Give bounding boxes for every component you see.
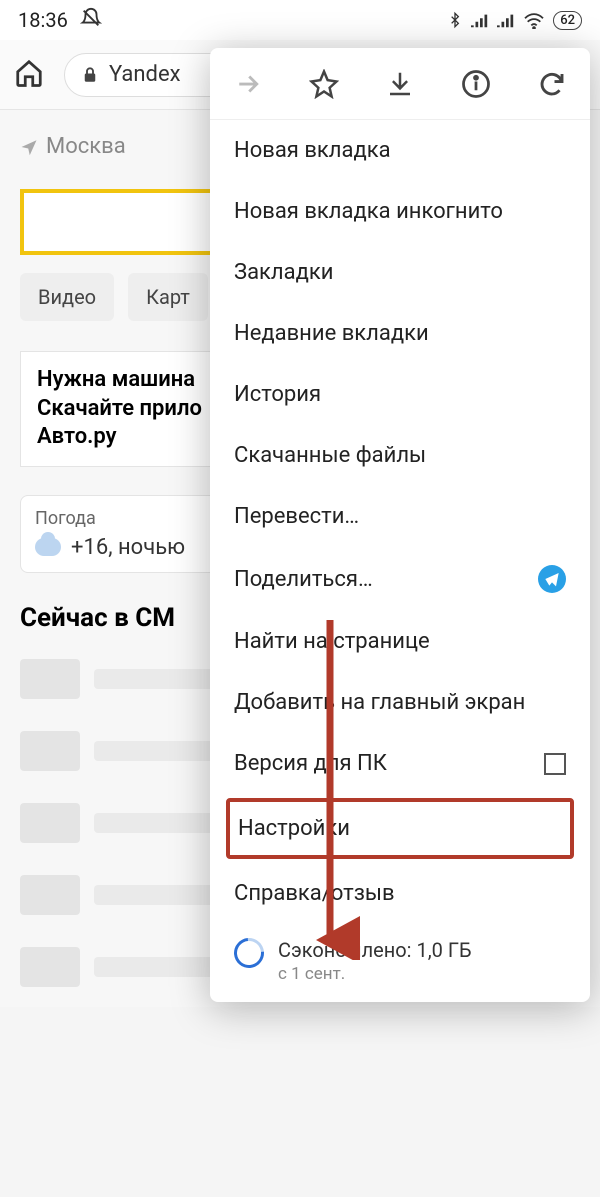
menu-desktop-site[interactable]: Версия для ПК	[210, 733, 590, 794]
location-text: Москва	[46, 134, 126, 159]
signal-icon-2	[497, 12, 515, 28]
forward-icon[interactable]	[228, 64, 268, 104]
menu-downloads[interactable]: Скачанные файлы	[210, 425, 590, 486]
menu-add-to-home[interactable]: Добавить на главный экран	[210, 672, 590, 733]
star-icon[interactable]	[304, 64, 344, 104]
weather-text: +16, ночью	[71, 535, 185, 560]
location-icon	[20, 138, 38, 156]
menu-translate[interactable]: Перевести…	[210, 486, 590, 547]
signal-icon-1	[471, 12, 489, 28]
address-text: Yandex	[109, 62, 181, 87]
menu-history[interactable]: История	[210, 364, 590, 425]
chip-images[interactable]: Карт	[128, 273, 208, 321]
data-saver-sub: с 1 сент.	[278, 964, 472, 984]
menu-bookmarks[interactable]: Закладки	[210, 242, 590, 303]
menu-share[interactable]: Поделиться…	[210, 547, 590, 611]
data-saver-row[interactable]: Сэкономлено: 1,0 ГБ с 1 сент.	[210, 924, 590, 988]
telegram-icon	[538, 565, 566, 593]
lock-icon	[81, 65, 99, 85]
gauge-icon	[228, 932, 270, 974]
menu-find-in-page[interactable]: Найти на странице	[210, 611, 590, 672]
menu-help-feedback[interactable]: Справка/отзыв	[210, 863, 590, 924]
battery-indicator: 62	[553, 11, 582, 30]
menu-new-incognito[interactable]: Новая вкладка инкогнито	[210, 181, 590, 242]
menu-new-tab[interactable]: Новая вкладка	[210, 120, 590, 181]
cloud-icon	[35, 538, 61, 556]
reload-icon[interactable]	[532, 64, 572, 104]
menu-settings[interactable]: Настройки	[226, 798, 574, 859]
dnd-icon	[80, 7, 102, 34]
home-icon[interactable]	[14, 58, 44, 92]
data-saver-text: Сэкономлено: 1,0 ГБ	[278, 938, 472, 962]
wifi-icon	[523, 11, 545, 29]
download-icon[interactable]	[380, 64, 420, 104]
checkbox-icon[interactable]	[544, 753, 566, 775]
status-time: 18:36	[18, 8, 68, 32]
status-bar: 18:36 62	[0, 0, 600, 40]
bluetooth-icon	[447, 10, 463, 30]
menu-icon-row	[210, 48, 590, 120]
overflow-menu: Новая вкладка Новая вкладка инкогнито За…	[210, 48, 590, 1002]
info-icon[interactable]	[456, 64, 496, 104]
chip-video[interactable]: Видео	[20, 273, 114, 321]
status-icons: 62	[447, 10, 582, 30]
menu-recent-tabs[interactable]: Недавние вкладки	[210, 303, 590, 364]
